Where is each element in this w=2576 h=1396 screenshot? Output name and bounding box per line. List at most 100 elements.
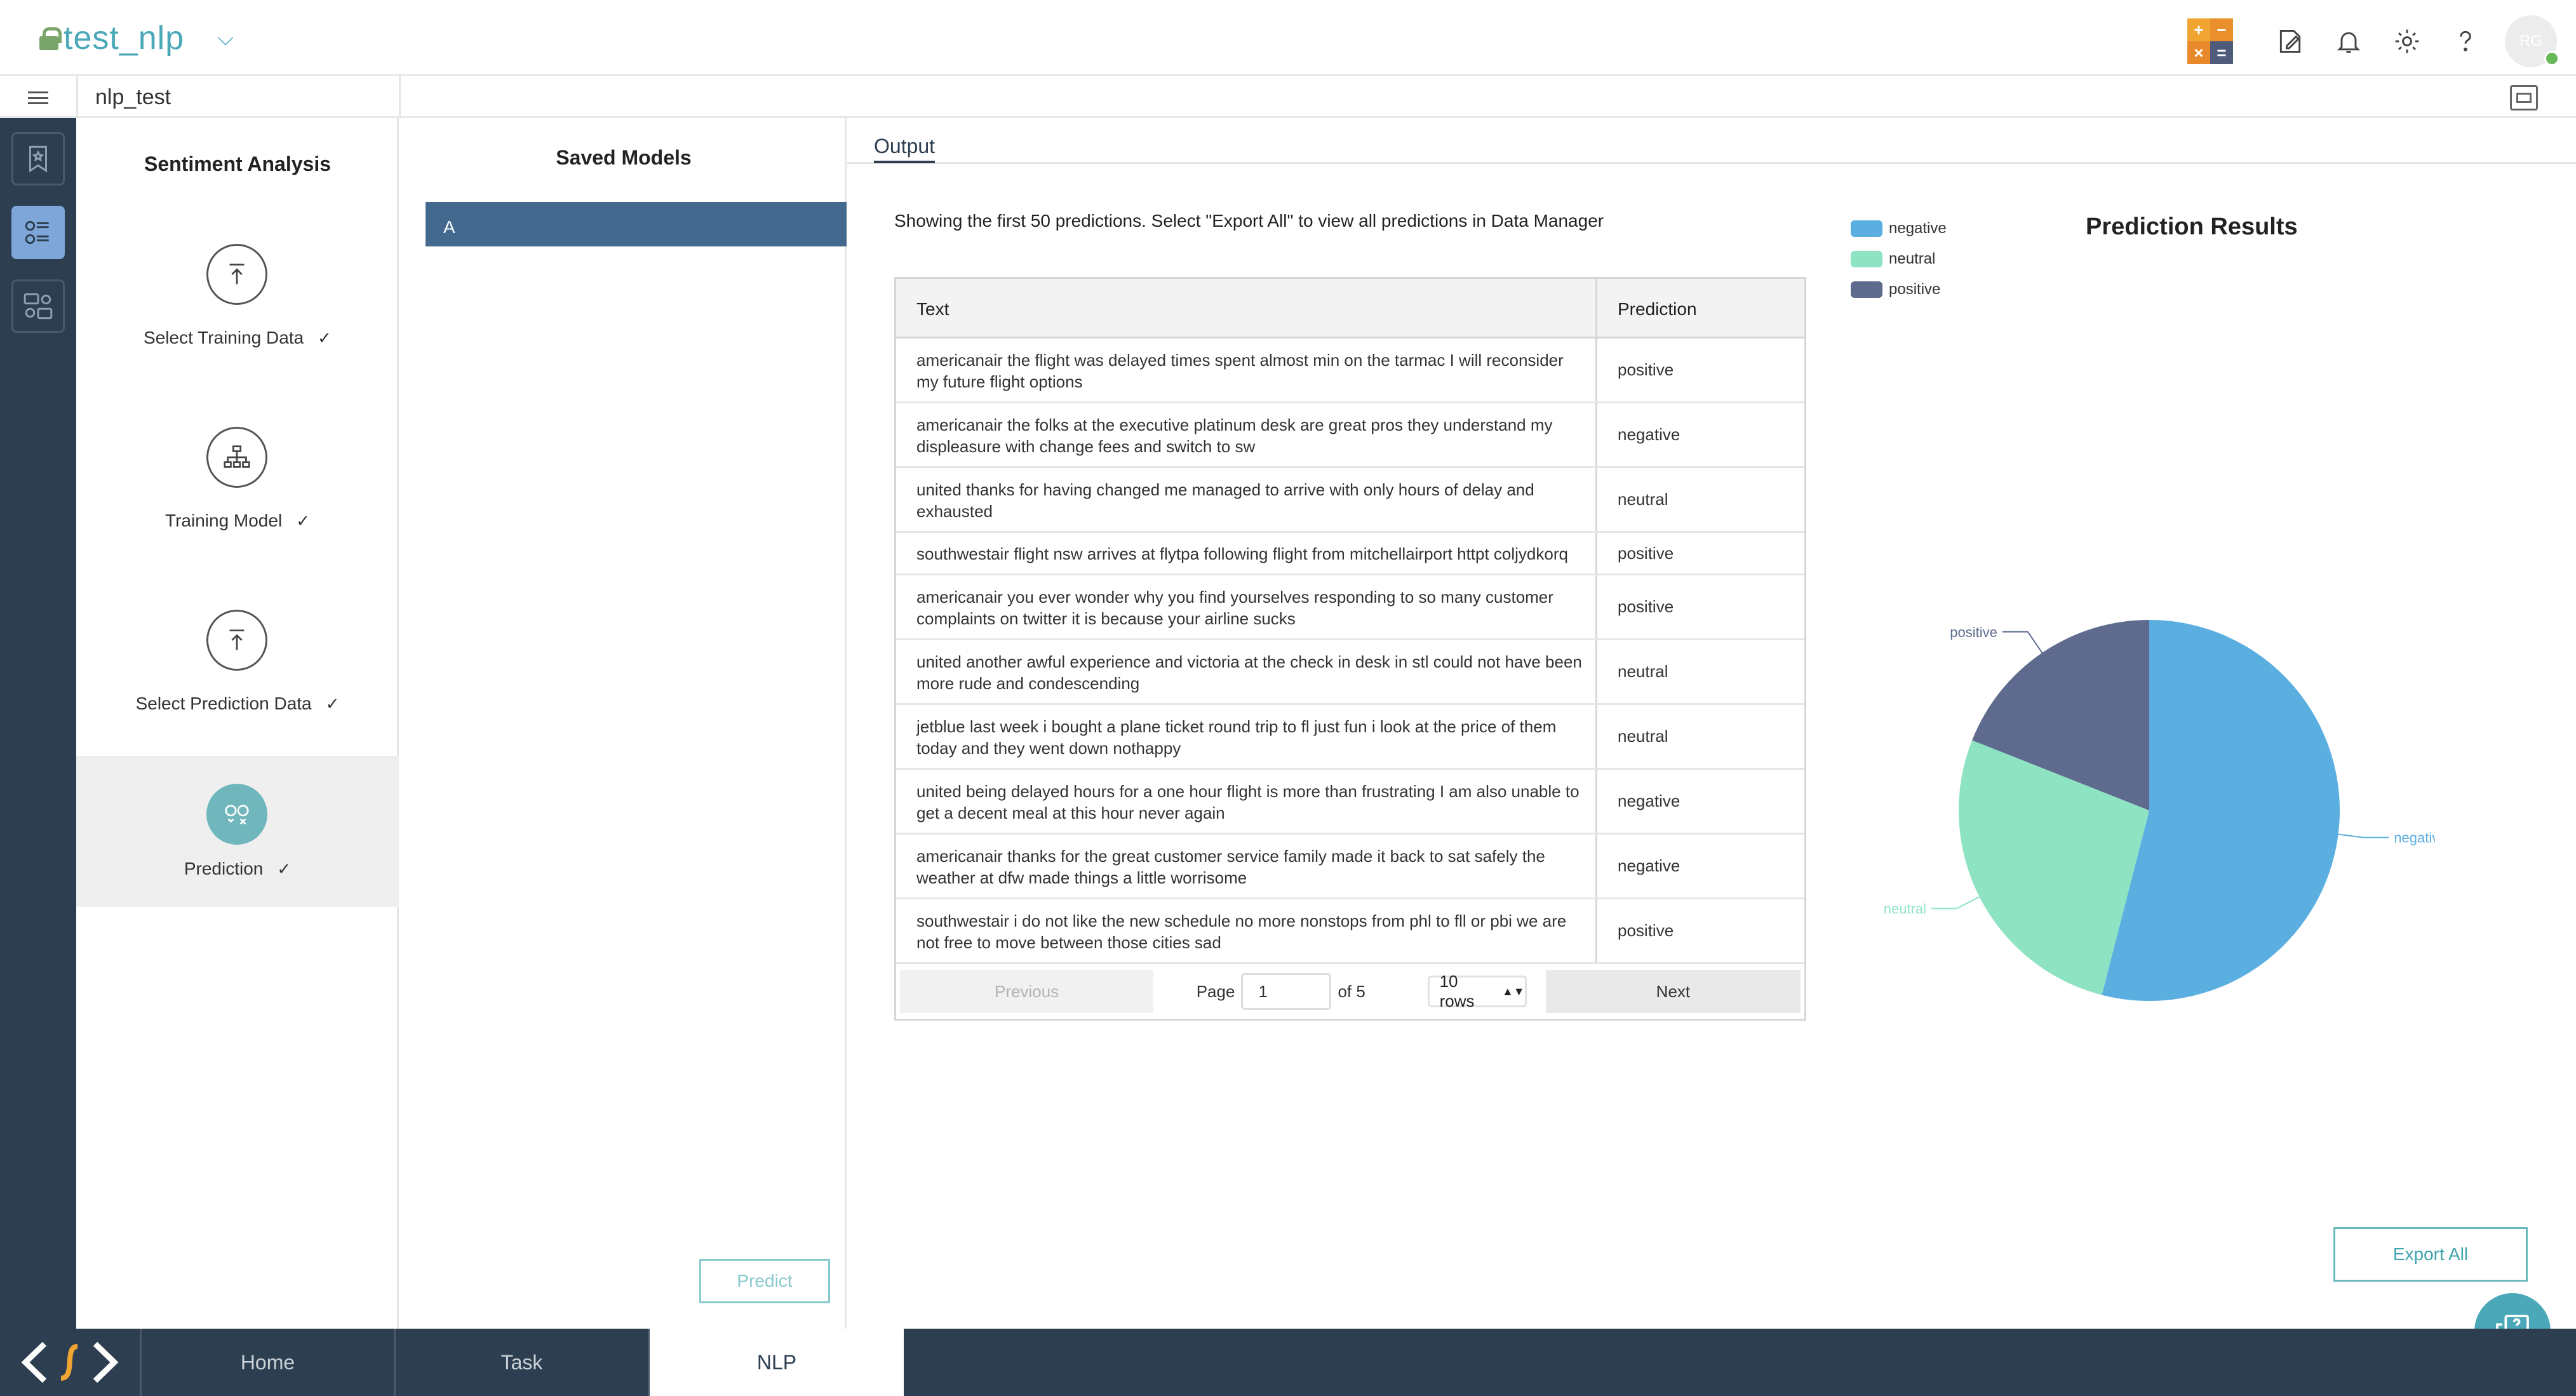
pie-label-negative: negative bbox=[2394, 830, 2435, 846]
chat-analysis-icon[interactable] bbox=[11, 279, 65, 333]
cell-text: united thanks for having changed me mana… bbox=[896, 468, 1597, 531]
table-row: americanair the folks at the executive p… bbox=[896, 403, 1804, 468]
saved-models-title: Saved Models bbox=[556, 146, 692, 169]
legend-swatch bbox=[1851, 220, 1882, 237]
pie-label-neutral: neutral bbox=[1884, 901, 1926, 916]
model-item[interactable]: A bbox=[426, 202, 847, 246]
bell-icon[interactable] bbox=[2330, 22, 2368, 60]
lock-icon bbox=[39, 27, 62, 50]
prediction-pie-chart: negative neutral positive bbox=[1884, 620, 2435, 1001]
step-select-training-data[interactable]: Select Training Data ✓ bbox=[76, 226, 399, 377]
cell-prediction: positive bbox=[1618, 543, 1674, 563]
previous-page-button[interactable]: Previous bbox=[900, 970, 1154, 1013]
check-icon: ✓ bbox=[325, 694, 340, 713]
hamburger-menu-icon[interactable] bbox=[28, 91, 48, 104]
table-row: southwestair flight nsw arrives at flytp… bbox=[896, 533, 1804, 575]
notes-icon[interactable] bbox=[2271, 22, 2309, 60]
check-icon: ✓ bbox=[318, 328, 332, 347]
export-all-button[interactable]: Export All bbox=[2333, 1227, 2528, 1282]
steps-panel: Sentiment Analysis Select Training Data ✓… bbox=[76, 118, 399, 1329]
online-status-icon bbox=[2544, 51, 2559, 66]
table-row: americanair thanks for the great custome… bbox=[896, 835, 1804, 899]
left-rail bbox=[0, 118, 76, 1329]
output-tab-bar: Output bbox=[847, 118, 2576, 164]
table-header: Text Prediction bbox=[896, 279, 1804, 339]
table-row: southwestair i do not like the new sched… bbox=[896, 899, 1804, 964]
chart-title: Prediction Results bbox=[2086, 213, 2298, 240]
page-number-input[interactable]: 1 bbox=[1241, 973, 1332, 1010]
table-body: americanair the flight was delayed times… bbox=[896, 339, 1804, 964]
tab-home[interactable]: Home bbox=[142, 1329, 396, 1396]
column-header-prediction[interactable]: Prediction bbox=[1597, 279, 1804, 337]
step-label: Select Prediction Data bbox=[135, 694, 312, 713]
check-icon: ✓ bbox=[296, 511, 310, 530]
cell-text: united being delayed hours for a one hou… bbox=[896, 770, 1597, 833]
help-icon[interactable] bbox=[2446, 22, 2485, 60]
divider bbox=[399, 76, 401, 118]
avatar[interactable]: RG bbox=[2505, 15, 2559, 67]
step-label: Select Training Data bbox=[144, 328, 304, 347]
output-panel: Output Showing the first 50 predictions.… bbox=[847, 118, 2576, 1329]
chart-legend: negative neutral positive bbox=[1851, 213, 1947, 305]
cell-prediction: positive bbox=[1618, 360, 1674, 379]
tab-nlp[interactable]: NLP bbox=[650, 1329, 904, 1396]
table-row: americanair you ever wonder why you find… bbox=[896, 575, 1804, 640]
cell-prediction: neutral bbox=[1618, 662, 1668, 681]
cell-prediction: negative bbox=[1618, 425, 1680, 444]
legend-swatch bbox=[1851, 251, 1882, 267]
calculator-icon[interactable]: + − × = bbox=[2187, 18, 2233, 64]
cell-text: americanair the folks at the executive p… bbox=[896, 403, 1597, 466]
step-training-model[interactable]: Training Model ✓ bbox=[76, 409, 399, 560]
sub-bar: nlp_test bbox=[0, 76, 2576, 118]
rows-per-page-select[interactable]: 10 rows ▲▼ bbox=[1427, 972, 1527, 1010]
table-row: united being delayed hours for a one hou… bbox=[896, 770, 1804, 835]
column-header-text[interactable]: Text bbox=[896, 279, 1597, 337]
cell-text: americanair thanks for the great custome… bbox=[896, 835, 1597, 897]
step-prediction[interactable]: Prediction ✓ bbox=[76, 756, 399, 907]
legend-swatch bbox=[1851, 281, 1882, 298]
cell-text: southwestair flight nsw arrives at flytp… bbox=[896, 533, 1597, 574]
chevron-down-icon[interactable]: ⌵ bbox=[217, 26, 234, 51]
table-row: united thanks for having changed me mana… bbox=[896, 468, 1804, 533]
table-row: jetblue last week i bought a plane ticke… bbox=[896, 705, 1804, 770]
legend-item-positive[interactable]: positive bbox=[1851, 274, 1947, 305]
upload-icon bbox=[206, 244, 267, 305]
cell-prediction: negative bbox=[1618, 791, 1680, 810]
cell-text: united another awful experience and vict… bbox=[896, 640, 1597, 703]
step-select-prediction-data[interactable]: Select Prediction Data ✓ bbox=[76, 592, 399, 743]
next-page-button[interactable]: Next bbox=[1545, 970, 1801, 1013]
steps-title: Sentiment Analysis bbox=[144, 152, 331, 175]
upload-icon bbox=[206, 610, 267, 671]
predictions-table: Text Prediction americanair the flight w… bbox=[894, 277, 1806, 1021]
pagination: Previous Page 1 of 5 10 rows ▲▼ Next bbox=[896, 964, 1804, 1019]
cell-prediction: negative bbox=[1618, 856, 1680, 875]
cell-prediction: positive bbox=[1618, 921, 1674, 940]
select-arrows-icon: ▲▼ bbox=[1501, 984, 1525, 998]
legend-item-neutral[interactable]: neutral bbox=[1851, 244, 1947, 274]
bookmark-icon[interactable] bbox=[11, 132, 65, 185]
app-logo-icon[interactable] bbox=[19, 1340, 121, 1385]
predictions-notice: Showing the first 50 predictions. Select… bbox=[894, 211, 1604, 231]
tab-output[interactable]: Output bbox=[874, 135, 936, 163]
predict-button[interactable]: Predict bbox=[699, 1259, 830, 1303]
saved-models-panel: Saved Models A Predict bbox=[401, 118, 847, 1329]
cell-text: americanair you ever wonder why you find… bbox=[896, 575, 1597, 638]
gear-icon[interactable] bbox=[2388, 22, 2426, 60]
cell-prediction: positive bbox=[1618, 597, 1674, 616]
cell-prediction: neutral bbox=[1618, 490, 1668, 509]
legend-item-negative[interactable]: negative bbox=[1851, 213, 1947, 244]
save-icon[interactable] bbox=[2510, 85, 2538, 111]
app-title-dropdown[interactable]: test_nlp ⌵ bbox=[39, 19, 234, 57]
cell-text: americanair the flight was delayed times… bbox=[896, 339, 1597, 401]
tab-task[interactable]: Task bbox=[396, 1329, 650, 1396]
check-icon: ✓ bbox=[277, 859, 292, 878]
app-title: test_nlp bbox=[64, 20, 185, 57]
page-label: Page bbox=[1196, 981, 1235, 1001]
pie-label-line-negative bbox=[2338, 833, 2389, 838]
divider bbox=[76, 76, 78, 118]
step-label: Training Model bbox=[165, 511, 283, 530]
table-row: united another awful experience and vict… bbox=[896, 640, 1804, 705]
table-row: americanair the flight was delayed times… bbox=[896, 339, 1804, 403]
cell-prediction: neutral bbox=[1618, 727, 1668, 746]
sentiment-analysis-icon[interactable] bbox=[11, 206, 65, 259]
